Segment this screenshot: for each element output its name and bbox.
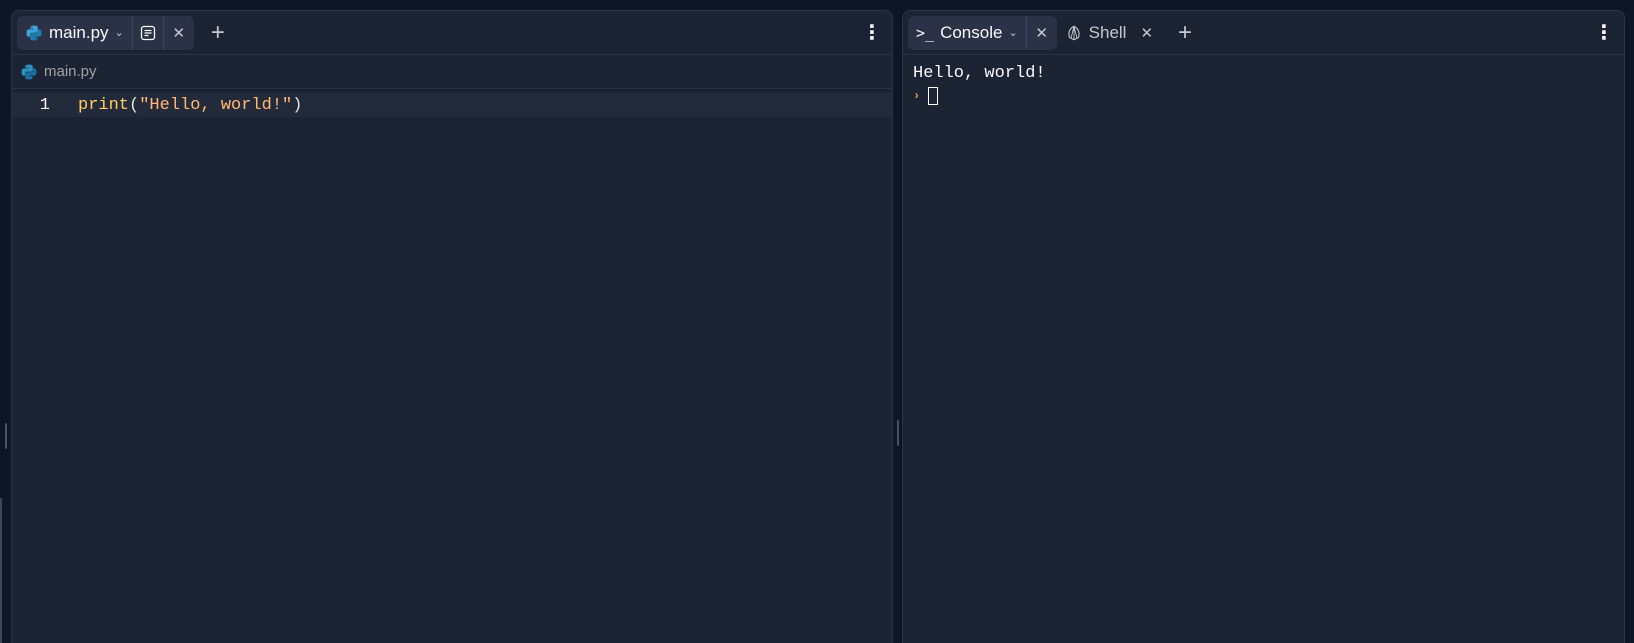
tab-console[interactable]: >_ Console ⌄ ✕ [908, 15, 1057, 50]
pane-resize-handle[interactable] [897, 420, 899, 446]
chevron-down-icon[interactable]: ⌄ [115, 26, 124, 39]
token-function: print [78, 95, 130, 115]
add-tab-button[interactable]: + [1169, 17, 1201, 49]
tab-main-py-label-wrap[interactable]: main.py ⌄ [17, 16, 132, 50]
more-options-icon[interactable]: ⋮ [862, 19, 882, 47]
tab-main-py[interactable]: main.py ⌄ ✕ [17, 15, 194, 50]
code-text[interactable]: print("Hello, world!") [78, 96, 302, 115]
close-tab-icon[interactable]: ✕ [164, 16, 194, 50]
breadcrumb-filename[interactable]: main.py [44, 63, 97, 80]
close-tab-icon[interactable]: ✕ [1027, 16, 1057, 50]
add-tab-button[interactable]: + [202, 17, 234, 49]
token-paren-close: ) [292, 95, 303, 115]
python-icon [21, 64, 37, 79]
editor-tabbar: main.py ⌄ ✕ + ⋮ [12, 11, 892, 55]
more-options-icon[interactable]: ⋮ [1594, 19, 1614, 47]
text-cursor [928, 87, 939, 105]
close-tab-icon[interactable]: ✕ [1140, 24, 1153, 42]
token-paren-open: ( [129, 95, 140, 115]
prompt-chevron-icon: › [913, 89, 921, 103]
shell-icon [1068, 25, 1080, 40]
outline-icon-svg [140, 25, 155, 40]
left-resize-handle[interactable] [5, 423, 7, 449]
tab-console-label: Console [940, 22, 1003, 42]
line-number: 1 [39, 95, 50, 115]
tab-shell[interactable]: Shell ✕ [1057, 16, 1161, 50]
code-line[interactable]: 1 print("Hello, world!") [12, 93, 892, 117]
console-tabbar: >_ Console ⌄ ✕ Shell ✕ + ⋮ [903, 11, 1624, 55]
plus-icon: + [1178, 18, 1193, 46]
terminal-icon: >_ [916, 23, 935, 42]
console-prompt[interactable]: › [913, 85, 1614, 107]
tab-main-py-label: main.py [49, 22, 109, 42]
chevron-down-icon[interactable]: ⌄ [1008, 26, 1017, 39]
editor-pane: main.py ⌄ ✕ + ⋮ main.py 1 print("Hello, … [11, 10, 893, 643]
breadcrumb: main.py [12, 55, 892, 89]
plus-icon: + [210, 18, 225, 46]
console-output-line: Hello, world! [913, 64, 1046, 83]
console-output[interactable]: Hello, world! › [903, 55, 1624, 115]
console-pane: >_ Console ⌄ ✕ Shell ✕ + ⋮ Hello, world!… [902, 10, 1625, 643]
outline-icon[interactable] [133, 16, 163, 50]
python-icon [26, 25, 42, 40]
code-editor[interactable]: 1 print("Hello, world!") [12, 89, 892, 117]
token-string: "Hello, world!" [139, 95, 293, 115]
tab-console-label-wrap[interactable]: >_ Console ⌄ [908, 16, 1026, 50]
left-edge-scrollbar[interactable] [0, 498, 2, 643]
tab-shell-label: Shell [1088, 22, 1127, 42]
